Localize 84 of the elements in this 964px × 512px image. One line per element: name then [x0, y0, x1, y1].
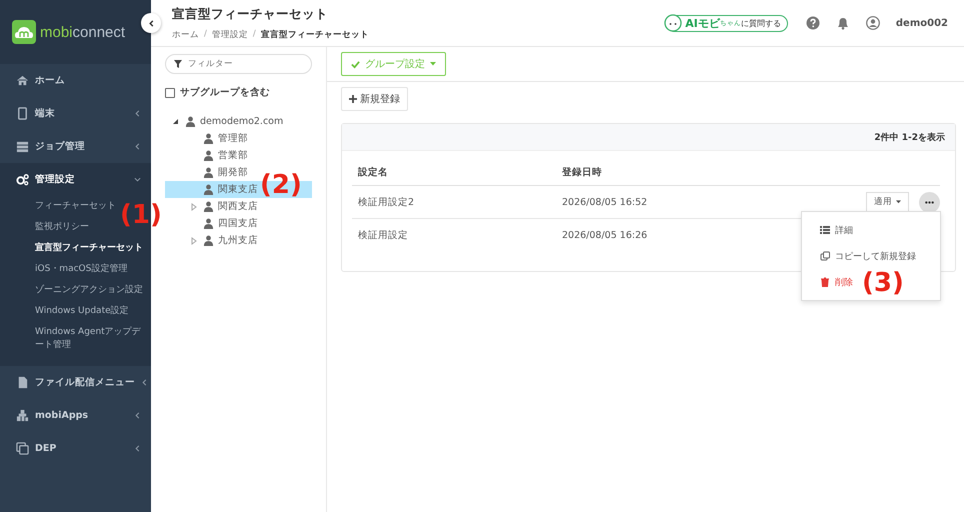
- person-icon: [185, 116, 196, 127]
- expanded-triangle-icon[interactable]: [171, 118, 181, 126]
- table-cell-text: 検証用設定2: [358, 196, 416, 208]
- person-icon: [203, 167, 214, 178]
- checkbox-label[interactable]: サブグループを含む: [180, 86, 270, 99]
- chevron-icon: [134, 110, 141, 117]
- submenu-item[interactable]: フィーチャーセット: [35, 200, 116, 213]
- tree-item[interactable]: 四国支店: [165, 215, 312, 232]
- breadcrumb-link[interactable]: ホーム: [172, 28, 199, 40]
- breadcrumb-separator: /: [204, 28, 207, 40]
- home-icon: [16, 74, 29, 87]
- chevron-icon: [134, 445, 141, 452]
- server-icon: [16, 140, 29, 153]
- tree-item[interactable]: 関西支店: [165, 198, 312, 215]
- table-cell-text: 2026/08/05 16:26: [562, 230, 648, 240]
- caret-icon: [896, 200, 901, 204]
- apply-dropdown-button[interactable]: 適用: [866, 192, 909, 212]
- sidebar-item[interactable]: 端末: [0, 97, 151, 130]
- submenu-item[interactable]: 監視ポリシー: [35, 221, 89, 234]
- table-cell-text: 2026/08/05 16:52: [562, 196, 648, 208]
- person-icon: [203, 218, 214, 229]
- tree-item[interactable]: demodemo2.com: [165, 113, 312, 130]
- submenu-item[interactable]: Windows Update設定: [35, 305, 129, 318]
- tree-item[interactable]: 営業部: [165, 147, 312, 164]
- sidebar-item[interactable]: mobiApps: [0, 399, 151, 432]
- sidebar-item[interactable]: 管理設定: [0, 163, 151, 196]
- person-icon: [203, 133, 214, 144]
- gears-icon: [16, 173, 29, 186]
- table-cell-text: 検証用設定: [358, 228, 409, 242]
- ellipsis-icon: [925, 200, 934, 204]
- tablet-icon: [16, 107, 29, 120]
- column-header: 登録日時: [562, 166, 603, 178]
- submenu-item[interactable]: 宣言型フィーチャーセット: [35, 242, 143, 255]
- chevron-left-icon: [148, 20, 154, 26]
- chevron-icon: [134, 176, 141, 183]
- sidebar-item[interactable]: DEP: [0, 432, 151, 465]
- copy-icon: [820, 251, 830, 261]
- sidebar-item[interactable]: ファイル配信メニュー: [0, 366, 151, 399]
- collapse-sidebar-button[interactable]: [141, 13, 161, 33]
- menu-item[interactable]: 詳細: [820, 217, 853, 243]
- person-icon: [203, 235, 214, 246]
- sidebar-item[interactable]: ホーム: [0, 64, 151, 97]
- annotation-label: (3): [862, 269, 904, 297]
- caret-icon: [430, 62, 436, 66]
- person-icon: [203, 184, 214, 195]
- record-count: 2件中 1-2を表示: [874, 131, 945, 144]
- new-button[interactable]: 新規登録: [341, 87, 408, 111]
- more-options-button[interactable]: [919, 192, 940, 212]
- submenu-item[interactable]: iOS・macOS設定管理: [35, 263, 128, 276]
- logo-text: mobiconnect: [40, 24, 126, 40]
- logo-icon: [12, 20, 36, 44]
- filter-field[interactable]: フィルター: [165, 54, 312, 74]
- column-header: 設定名: [358, 166, 389, 178]
- file-icon: [16, 376, 29, 389]
- menu-item[interactable]: コピーして新規登録: [820, 243, 916, 269]
- user-name[interactable]: demo002: [896, 18, 948, 28]
- checkbox[interactable]: [165, 88, 175, 98]
- help-icon[interactable]: [806, 16, 820, 30]
- plus-icon: [349, 95, 357, 103]
- tree-item[interactable]: 管理部: [165, 130, 312, 147]
- page-title: 宣言型フィーチャーセット: [172, 6, 329, 22]
- filter-icon: [174, 60, 182, 68]
- stacked-squares-icon: [16, 442, 29, 455]
- person-icon: [203, 201, 214, 212]
- sidebar-item[interactable]: ジョブ管理: [0, 130, 151, 163]
- breadcrumb-separator: /: [252, 28, 256, 40]
- check-icon: [351, 60, 360, 68]
- chevron-icon: [141, 379, 148, 386]
- face-icon: [663, 13, 684, 33]
- chevron-icon: [134, 143, 141, 150]
- submenu-item[interactable]: ゾーニングアクション設定: [35, 284, 143, 297]
- sitemap-icon: [16, 409, 29, 422]
- chevron-icon: [134, 412, 141, 419]
- submenu-item[interactable]: Windows Agentアップデート管理: [35, 326, 143, 352]
- user-avatar-icon[interactable]: [866, 16, 880, 30]
- bell-icon[interactable]: [836, 16, 850, 30]
- collapsed-triangle-icon[interactable]: [189, 202, 199, 210]
- breadcrumb-link[interactable]: 管理設定: [212, 28, 248, 40]
- list-icon: [820, 225, 830, 235]
- trash-icon: [820, 277, 830, 287]
- tree-item[interactable]: 九州支店: [165, 232, 312, 249]
- person-icon: [203, 150, 214, 161]
- collapsed-triangle-icon[interactable]: [189, 236, 199, 244]
- menu-item[interactable]: 削除: [820, 269, 853, 295]
